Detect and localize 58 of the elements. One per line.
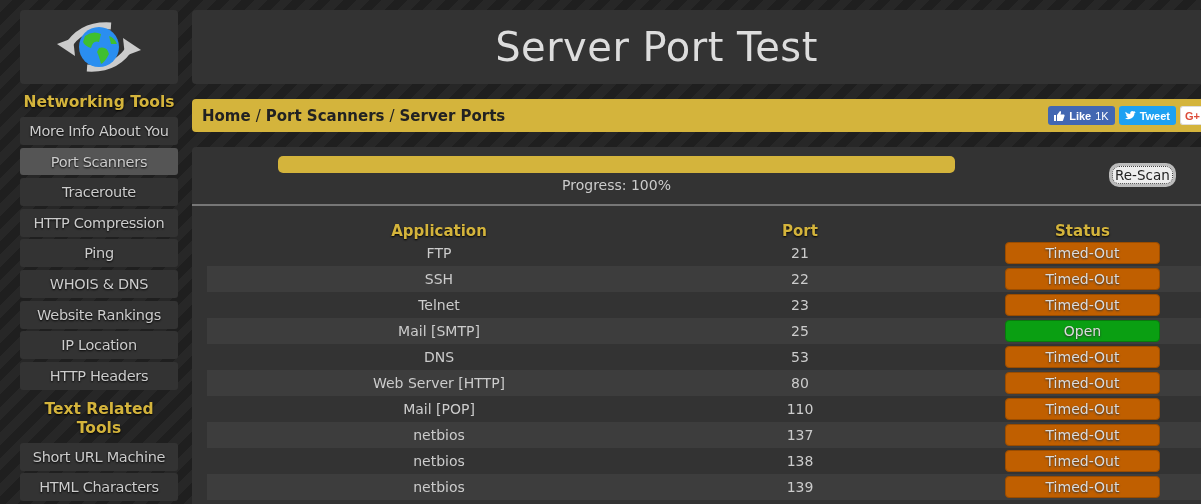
port-cell-text: 137 bbox=[785, 427, 815, 443]
status-badge: Open bbox=[1005, 320, 1160, 342]
sidebar-item[interactable]: More Info About You bbox=[20, 116, 178, 145]
breadcrumb-separator: / bbox=[389, 106, 395, 125]
sidebar-item[interactable]: HTTP Compression bbox=[20, 208, 178, 237]
sidebar-item[interactable]: Website Rankings bbox=[20, 300, 178, 329]
breadcrumb-link[interactable]: Home bbox=[202, 106, 251, 125]
application-cell-text: Mail [POP] bbox=[402, 401, 476, 417]
sidebar-item[interactable]: IP Location bbox=[20, 331, 178, 360]
port-cell-text: 25 bbox=[790, 323, 810, 339]
thumbs-up-icon bbox=[1054, 110, 1066, 121]
breadcrumb-separator: / bbox=[255, 106, 261, 125]
port-cell-text: 110 bbox=[785, 401, 815, 417]
port-cell-text: 139 bbox=[785, 479, 815, 495]
sidebar-heading: Networking Tools bbox=[22, 91, 176, 113]
application-cell-text: Telnet bbox=[417, 297, 461, 313]
status-badge: Timed-Out bbox=[1005, 424, 1160, 446]
port-cell-text: 53 bbox=[790, 349, 810, 365]
status-badge: Timed-Out bbox=[1005, 346, 1160, 368]
port-cell-text: 22 bbox=[790, 271, 810, 287]
application-cell-text: netbios bbox=[412, 479, 466, 495]
status-badge: Timed-Out bbox=[1005, 398, 1160, 420]
port-cell-text: 138 bbox=[785, 453, 815, 469]
port-cell-text: 23 bbox=[790, 297, 810, 313]
status-badge: Timed-Out bbox=[1005, 268, 1160, 290]
port-cell-text: 21 bbox=[790, 245, 810, 261]
sidebar-item[interactable]: HTTP Headers bbox=[20, 362, 178, 390]
breadcrumb-link[interactable]: Port Scanners bbox=[265, 106, 385, 125]
application-cell-text: FTP bbox=[425, 245, 453, 261]
sidebar-item[interactable]: Ping bbox=[20, 239, 178, 268]
progress-label: Progress: 100% bbox=[562, 177, 671, 193]
page-title: Server Port Test bbox=[495, 24, 818, 70]
status-badge: Timed-Out bbox=[1005, 242, 1160, 264]
sidebar-item[interactable]: Port Scanners bbox=[20, 147, 178, 176]
column-header: Application bbox=[390, 222, 488, 240]
google-plus-button[interactable]: G+ bbox=[1180, 106, 1201, 125]
status-badge: Timed-Out bbox=[1005, 450, 1160, 472]
application-cell-text: DNS bbox=[422, 349, 456, 365]
sidebar-item[interactable]: Short URL Machine bbox=[20, 442, 178, 471]
sidebar-heading: Text Related Tools bbox=[43, 398, 155, 439]
like-button[interactable]: Like 1K bbox=[1048, 106, 1115, 125]
application-cell-text: Web Server [HTTP] bbox=[371, 375, 507, 391]
bird-icon bbox=[1124, 111, 1136, 120]
sidebar-item[interactable]: WHOIS & DNS bbox=[20, 270, 178, 299]
sidebar-item[interactable]: HTML Characters bbox=[20, 473, 178, 502]
status-badge: Timed-Out bbox=[1005, 476, 1160, 498]
application-cell-text: netbios bbox=[412, 453, 466, 469]
application-cell-text: Mail [SMTP] bbox=[397, 323, 481, 339]
column-header: Port bbox=[781, 222, 819, 240]
status-badge: Timed-Out bbox=[1005, 372, 1160, 394]
breadcrumb-link[interactable]: Server Ports bbox=[399, 106, 506, 125]
column-header: Status bbox=[1054, 222, 1111, 240]
application-cell-text: netbios bbox=[412, 427, 466, 443]
status-badge: Timed-Out bbox=[1005, 294, 1160, 316]
port-cell-text: 80 bbox=[790, 375, 810, 391]
application-cell-text: SSH bbox=[423, 271, 455, 287]
rescan-button[interactable]: Re-Scan bbox=[1109, 163, 1176, 187]
sidebar-item[interactable]: Traceroute bbox=[20, 178, 178, 207]
